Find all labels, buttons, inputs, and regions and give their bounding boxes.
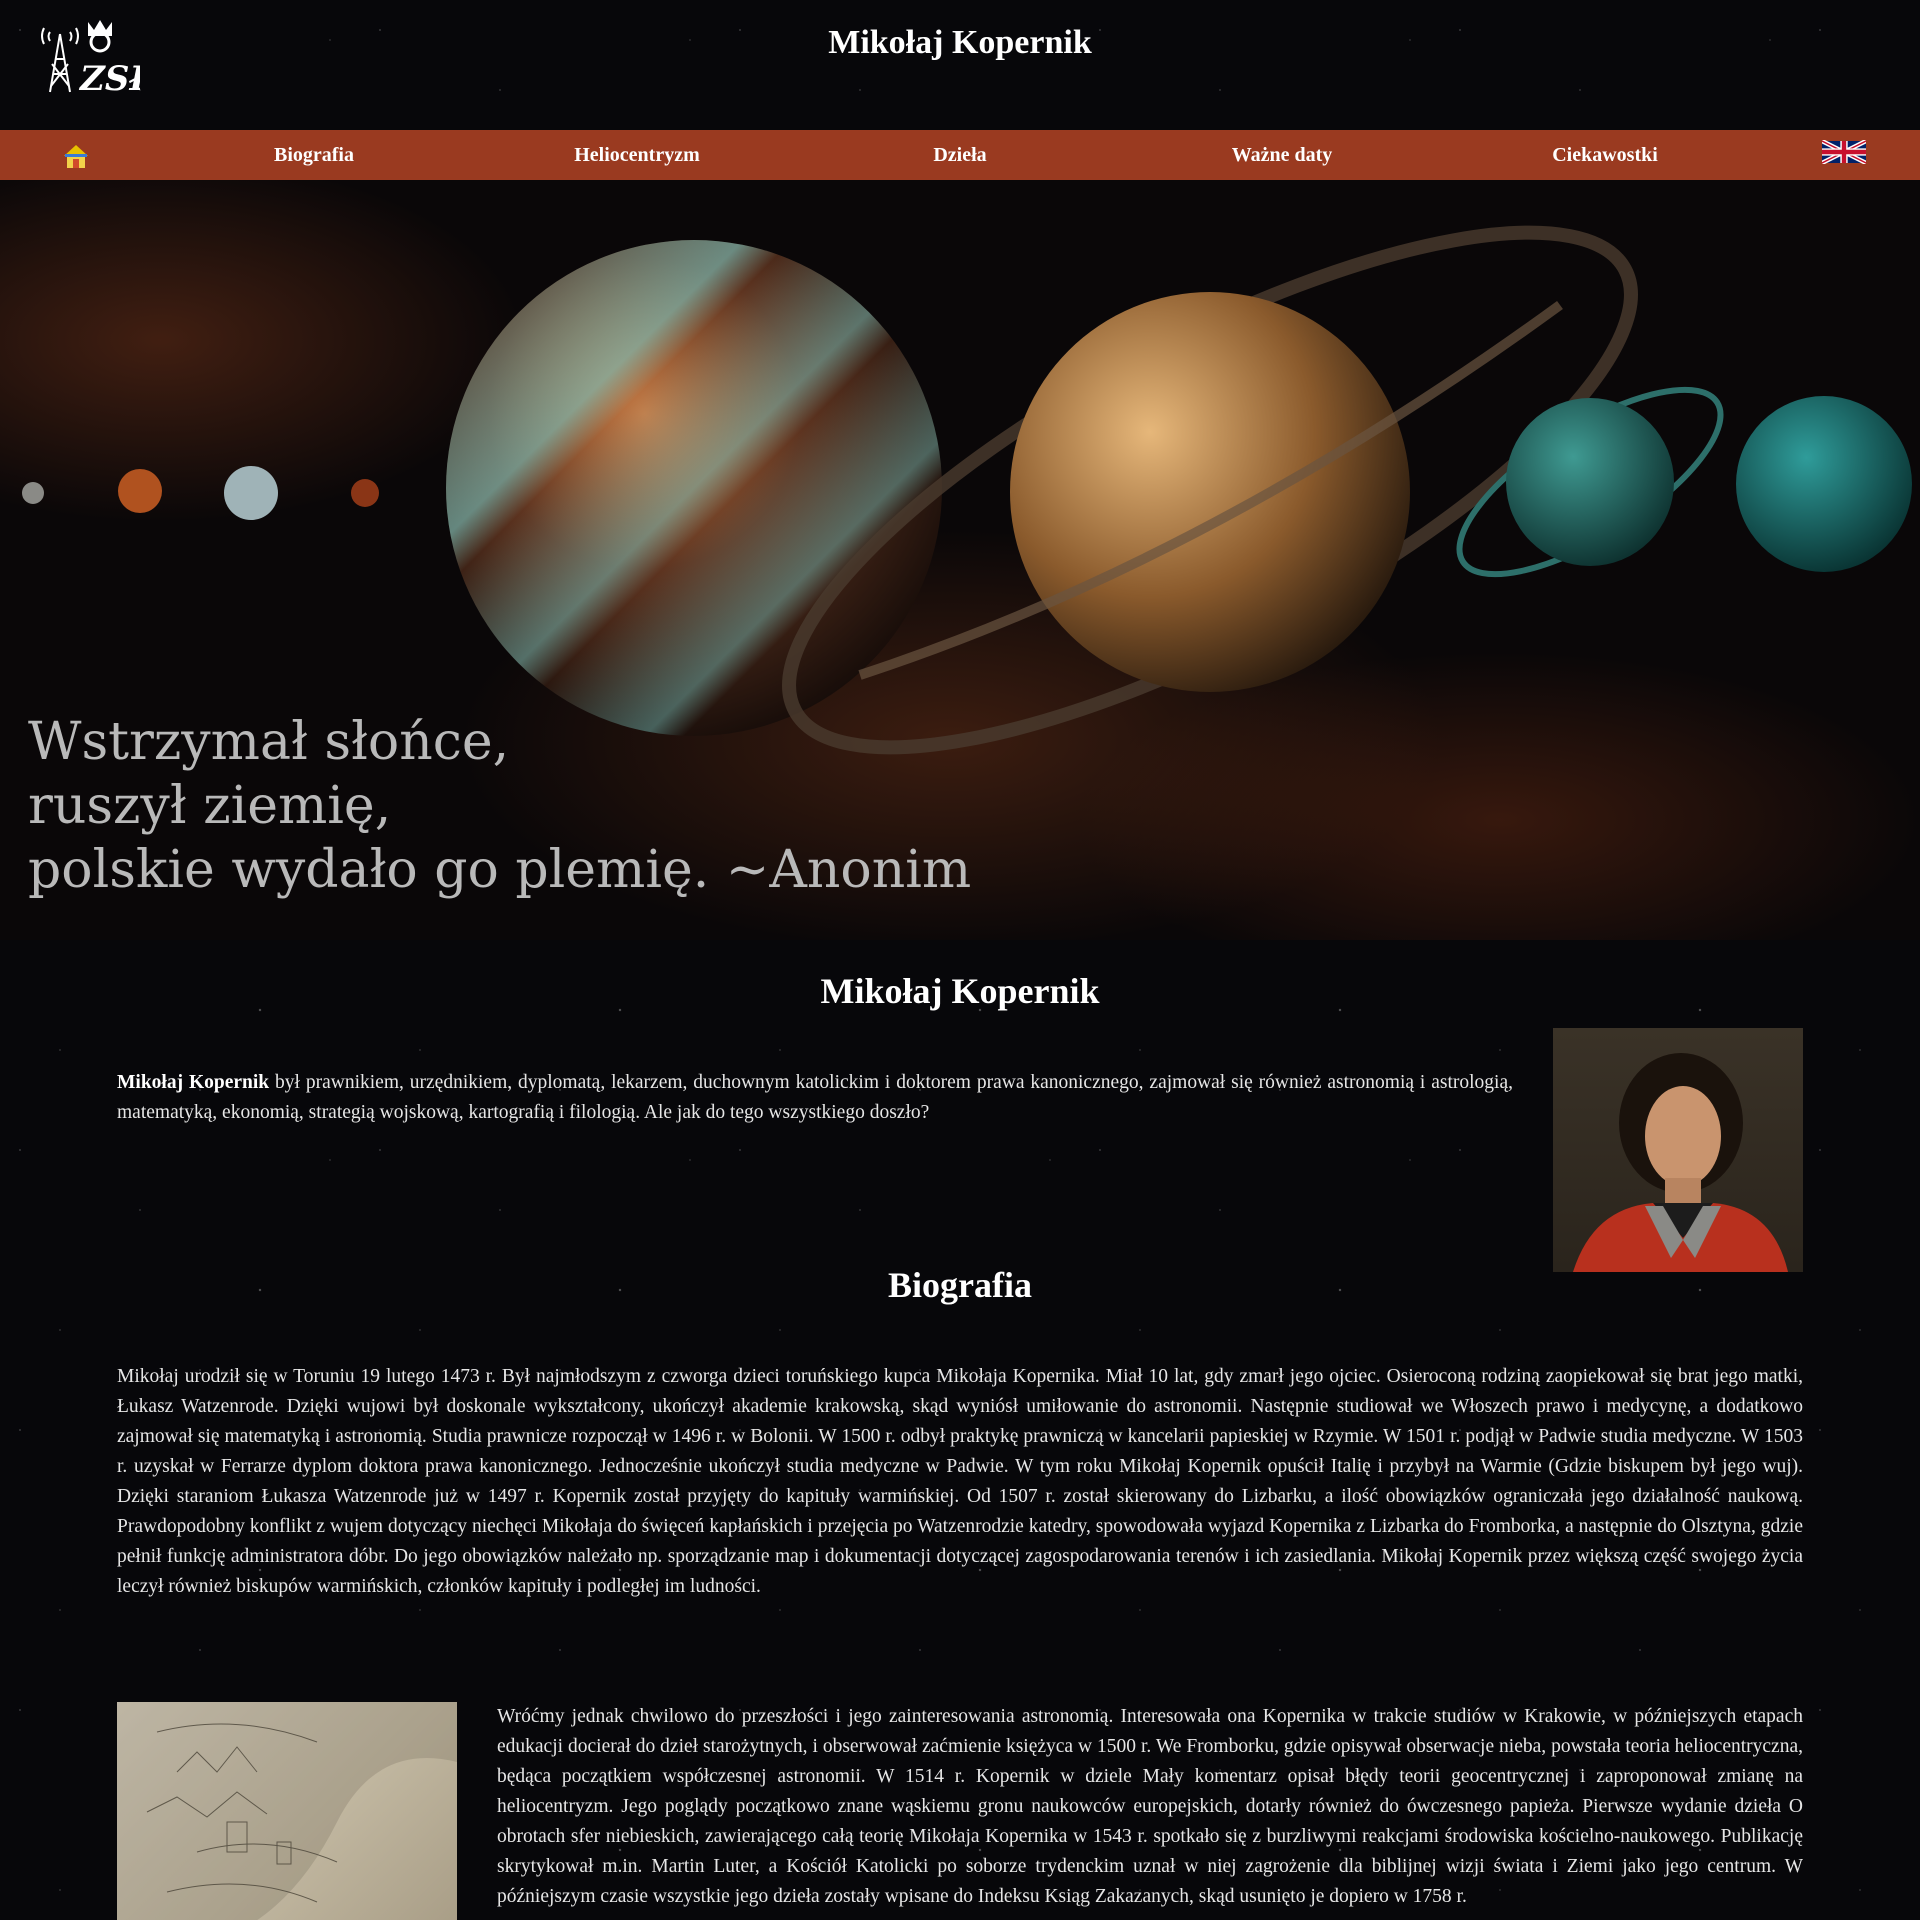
biography-title: Biografia bbox=[888, 1265, 1032, 1305]
quote-line: ruszył ziemię, bbox=[28, 776, 392, 836]
nav-dziela[interactable]: Dzieła bbox=[933, 130, 986, 180]
nav-heliocentryzm[interactable]: Heliocentryzm bbox=[574, 130, 700, 180]
mars bbox=[351, 479, 379, 507]
nav-ciekawostki[interactable]: Ciekawostki bbox=[1552, 130, 1658, 180]
intro-text: był prawnikiem, urzędnikiem, dyplomatą, … bbox=[117, 1072, 1513, 1123]
logo-text: ZSŁ bbox=[78, 59, 140, 94]
hero-quote: Wstrzymał słońce, ruszył ziemię, polskie… bbox=[28, 710, 971, 902]
quote-line: polskie wydało go plemię. ~Anonim bbox=[28, 840, 972, 900]
astronomy-paragraph: Wróćmy jednak chwilowo do przeszłości i … bbox=[497, 1706, 1803, 1907]
historical-engraving bbox=[117, 1702, 457, 1920]
intro-paragraph: Mikołaj Kopernik był prawnikiem, urzędni… bbox=[117, 1068, 1513, 1128]
jupiter bbox=[446, 240, 942, 736]
home-icon[interactable] bbox=[62, 143, 90, 169]
earth bbox=[224, 466, 278, 520]
intro-title: Mikołaj Kopernik bbox=[820, 971, 1100, 1011]
nav-biografia[interactable]: Biografia bbox=[274, 130, 354, 180]
main-nav: Biografia Heliocentryzm Dzieła Ważne dat… bbox=[0, 130, 1920, 180]
uk-flag-icon[interactable] bbox=[1821, 139, 1867, 165]
quote-line: Wstrzymał słońce, bbox=[28, 712, 510, 772]
neptune bbox=[1736, 396, 1912, 572]
biography-paragraph: Mikołaj urodził się w Toruniu 19 lutego … bbox=[117, 1366, 1803, 1597]
mercury bbox=[22, 482, 44, 504]
nav-wazne-daty[interactable]: Ważne daty bbox=[1232, 130, 1333, 180]
intro-name-bold: Mikołaj Kopernik bbox=[117, 1072, 270, 1093]
hero-banner: Wstrzymał słońce, ruszył ziemię, polskie… bbox=[0, 180, 1920, 940]
site-title: Mikołaj Kopernik bbox=[828, 24, 1092, 61]
venus bbox=[118, 469, 162, 513]
top-header: ZSŁ Mikołaj Kopernik bbox=[0, 0, 1920, 130]
copernicus-portrait bbox=[1553, 1028, 1803, 1272]
